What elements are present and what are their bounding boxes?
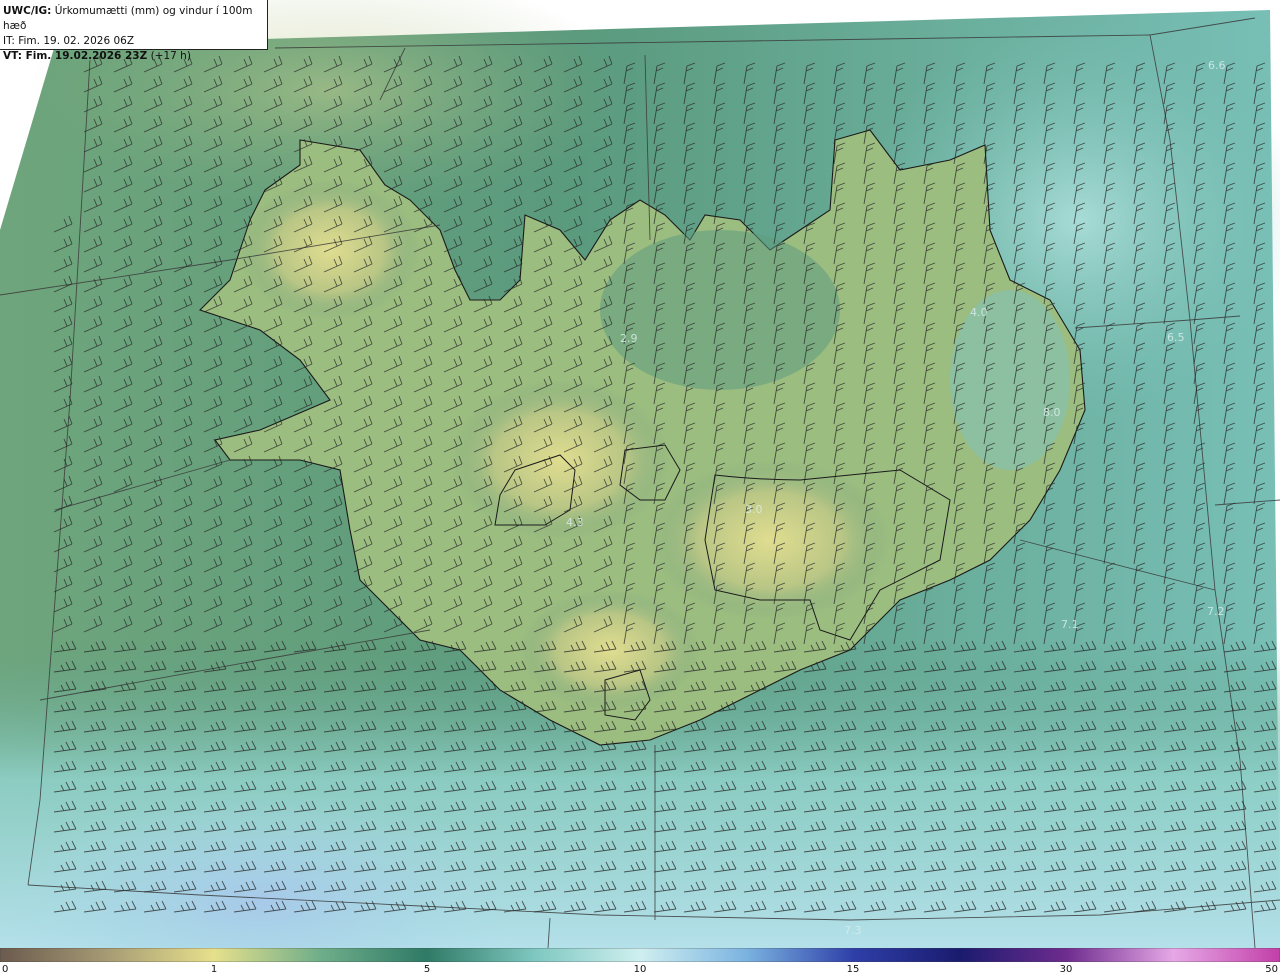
colorbar-tick: 10 — [633, 964, 647, 975]
colorbar-tick: 50 — [1265, 964, 1278, 975]
title-line: UWC/IG: Úrkomumætti (mm) og vindur í 100… — [3, 5, 253, 32]
map-value-label: 7.3 — [844, 924, 862, 937]
map-title-box: UWC/IG: Úrkomumætti (mm) og vindur í 100… — [0, 0, 268, 62]
map-value-label: 4.3 — [566, 516, 584, 529]
colorbar-tick: 1 — [210, 964, 218, 975]
colorbar: 0 1 5 10 15 30 50 — [0, 948, 1280, 978]
map-value-label: 8.0 — [1043, 406, 1061, 419]
map-value-label: 6.6 — [1208, 59, 1226, 72]
colorbar-tick: 30 — [1059, 964, 1073, 975]
init-time: IT: Fim. 19. 02. 2026 06Z — [3, 35, 135, 47]
colorbar-gradient — [0, 948, 1280, 962]
colorbar-tick: 0 — [2, 964, 9, 975]
map-value-label: 7.1 — [1061, 618, 1079, 631]
map-value-label: 7.2 — [1207, 605, 1225, 618]
map-value-label: 4.0 — [970, 306, 988, 319]
map-value-label: 3.0 — [745, 503, 763, 516]
precipitation-wind-map: 6.6 4.0 6.5 2.9 8.0 4.3 3.0 7.1 7.2 7.3 — [0, 0, 1280, 948]
map-value-label: 2.9 — [620, 332, 638, 345]
colorbar-tick: 5 — [423, 964, 431, 975]
colorbar-tick: 15 — [846, 964, 860, 975]
valid-time: VT: Fim. 19.02.2026 23Z (+17 h) — [3, 50, 191, 62]
map-value-label: 6.5 — [1167, 331, 1185, 344]
